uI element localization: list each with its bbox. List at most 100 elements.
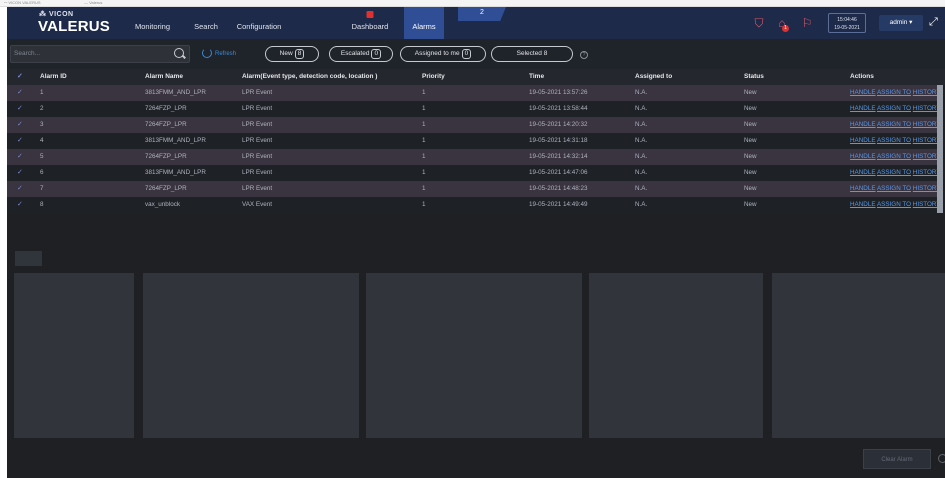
table-row[interactable]: ✓ 1 3813FMM_AND_LPR LPR Event 1 19-05-2021 13… — [7, 85, 941, 101]
refresh-button[interactable]: Refresh — [202, 47, 236, 61]
handle-link[interactable]: HANDLE — [850, 89, 876, 96]
filter-selected[interactable]: Selected 8 — [491, 46, 573, 62]
col-priority[interactable]: Priority — [422, 69, 445, 85]
clear-alarm-button[interactable]: Clear Alarm — [863, 449, 931, 469]
refresh-label: Refresh — [215, 51, 237, 57]
filter-assigned-to-me[interactable]: Assigned to me 0 — [400, 46, 486, 62]
user-menu[interactable]: admin ▾ — [879, 15, 923, 31]
search-placeholder: Search... — [14, 50, 41, 57]
handle-link[interactable]: HANDLE — [850, 201, 876, 208]
assign-to-link[interactable]: ASSIGN TO — [877, 137, 911, 144]
filter-new-count: 8 — [294, 49, 305, 59]
monitor-alert-icon[interactable]: ⛉ — [752, 16, 766, 30]
row-checkbox[interactable]: ✓ — [17, 149, 23, 165]
pagination-control[interactable] — [15, 251, 42, 266]
handle-link[interactable]: HANDLE — [850, 137, 876, 144]
table-row[interactable]: ✓ 3 7264FZP_LPR LPR Event 1 19-05-2021 14:20:… — [7, 117, 941, 133]
row-actions: HANDLE ASSIGN TO HISTORY — [850, 149, 941, 165]
cell-priority: 1 — [422, 169, 426, 176]
assign-to-link[interactable]: ASSIGN TO — [877, 121, 911, 128]
assign-to-link[interactable]: ASSIGN TO — [877, 169, 911, 176]
cell-time: 19-05-2021 14:48:23 — [529, 185, 588, 192]
assign-to-link[interactable]: ASSIGN TO — [877, 153, 911, 160]
clock-date: 19-05-2021 — [834, 25, 860, 31]
row-checkbox[interactable]: ✓ — [17, 101, 23, 117]
handle-link[interactable]: HANDLE — [850, 105, 876, 112]
cell-id: 5 — [40, 153, 44, 160]
table-row[interactable]: ✓ 2 7264FZP_LPR LPR Event 1 19-05-2021 13:58:… — [7, 101, 941, 117]
video-tile-1[interactable] — [14, 273, 134, 438]
nav-dashboard[interactable]: Dashboard — [347, 7, 393, 39]
video-tile-5[interactable] — [772, 273, 945, 438]
handle-link[interactable]: HANDLE — [850, 153, 876, 160]
nav-configuration[interactable]: Configuration — [233, 7, 285, 39]
search-input[interactable]: Search... — [10, 45, 190, 63]
row-checkbox[interactable]: ✓ — [17, 181, 23, 197]
cell-id: 7 — [40, 185, 44, 192]
table-row[interactable]: ✓ 8 vax_unblock VAX Event 1 19-05-2021 14:49:… — [7, 197, 941, 213]
browser-tab-title-secondary[interactable]: — Valerus — [84, 0, 102, 6]
filter-new[interactable]: New 8 — [265, 46, 319, 62]
cell-status: New — [744, 201, 757, 208]
cell-event: LPR Event — [242, 137, 273, 144]
nav-monitoring[interactable]: Monitoring — [130, 7, 175, 39]
row-checkbox[interactable]: ✓ — [17, 117, 23, 133]
settings-gear-icon[interactable] — [938, 454, 945, 463]
cell-name: 3813FMM_AND_LPR — [145, 137, 206, 144]
refresh-icon — [202, 48, 212, 59]
filter-escalated-count: 0 — [371, 49, 382, 59]
flag-icon[interactable]: ⚐ — [800, 16, 814, 30]
col-alarm-name[interactable]: Alarm Name — [145, 69, 183, 85]
assign-to-link[interactable]: ASSIGN TO — [877, 185, 911, 192]
cell-id: 1 — [40, 89, 44, 96]
video-tile-3[interactable] — [366, 273, 582, 438]
cell-priority: 1 — [422, 201, 426, 208]
cell-id: 8 — [40, 201, 44, 208]
cell-event: LPR Event — [242, 105, 273, 112]
select-all-checkbox[interactable]: ✓ — [17, 69, 23, 85]
cell-id: 2 — [40, 105, 44, 112]
handle-link[interactable]: HANDLE — [850, 185, 876, 192]
table-row[interactable]: ✓ 6 3813FMM_AND_LPR LPR Event 1 19-05-2021 14… — [7, 165, 941, 181]
search-icon[interactable] — [174, 48, 184, 58]
assign-to-link[interactable]: ASSIGN TO — [877, 89, 911, 96]
col-alarm-event[interactable]: Alarm(Event type, detection code, locati… — [242, 69, 377, 85]
table-row[interactable]: ✓ 7 7264FZP_LPR LPR Event 1 19-05-2021 14:48:… — [7, 181, 941, 197]
video-tile-2[interactable] — [143, 273, 359, 438]
video-tile-4[interactable] — [589, 273, 763, 438]
row-checkbox[interactable]: ✓ — [17, 165, 23, 181]
nav-alarms[interactable]: Alarms — [404, 7, 444, 39]
handle-link[interactable]: HANDLE — [850, 169, 876, 176]
expand-icon[interactable]: ⤢ — [929, 16, 938, 29]
cell-id: 3 — [40, 121, 44, 128]
help-icon[interactable]: ? — [580, 51, 588, 59]
col-assigned-to[interactable]: Assigned to — [635, 69, 672, 85]
table-row[interactable]: ✓ 5 7264FZP_LPR LPR Event 1 19-05-2021 14:32:… — [7, 149, 941, 165]
row-checkbox[interactable]: ✓ — [17, 197, 23, 213]
cell-event: LPR Event — [242, 89, 273, 96]
assign-to-link[interactable]: ASSIGN TO — [877, 201, 911, 208]
handle-link[interactable]: HANDLE — [850, 121, 876, 128]
assign-to-link[interactable]: ASSIGN TO — [877, 105, 911, 112]
col-status[interactable]: Status — [744, 69, 764, 85]
cell-assigned: N.A. — [635, 105, 648, 112]
cell-priority: 1 — [422, 185, 426, 192]
browser-tab-title[interactable]: ꟷ VICON VALERUS — [4, 0, 41, 6]
cell-priority: 1 — [422, 105, 426, 112]
row-checkbox[interactable]: ✓ — [17, 85, 23, 101]
row-checkbox[interactable]: ✓ — [17, 133, 23, 149]
cell-name: 7264FZP_LPR — [145, 105, 187, 112]
filter-selected-count: 8 — [543, 50, 548, 57]
col-time[interactable]: Time — [529, 69, 544, 85]
cell-assigned: N.A. — [635, 89, 648, 96]
table-scrollbar[interactable] — [937, 85, 943, 213]
col-alarm-id[interactable]: Alarm ID — [40, 69, 67, 85]
cell-id: 6 — [40, 169, 44, 176]
nav-search[interactable]: Search — [189, 7, 223, 39]
cell-time: 19-05-2021 14:32:14 — [529, 153, 588, 160]
valerus-app: ⁂ VICON VALERUS Monitoring Search Config… — [7, 7, 945, 478]
cell-priority: 1 — [422, 121, 426, 128]
filter-assigned-label: Assigned to me — [414, 50, 460, 57]
filter-escalated[interactable]: Escalated 0 — [329, 46, 393, 62]
table-row[interactable]: ✓ 4 3813FMM_AND_LPR LPR Event 1 19-05-2021 14… — [7, 133, 941, 149]
